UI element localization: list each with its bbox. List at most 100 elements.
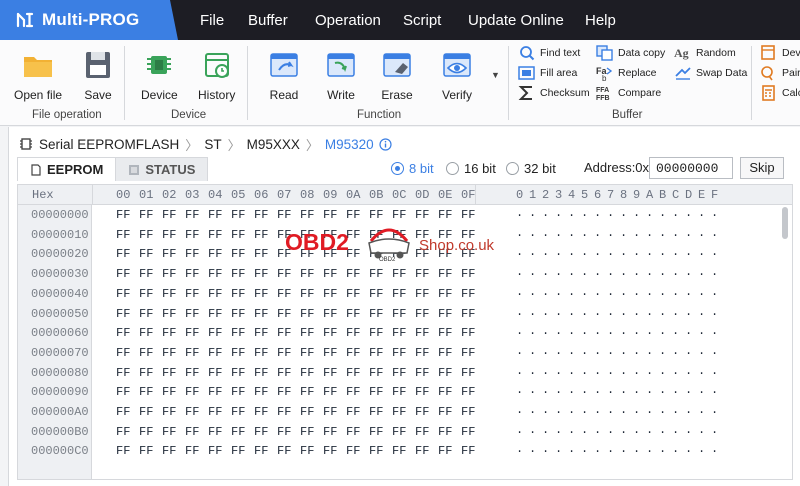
hex-byte-cell[interactable]: FF [277, 444, 291, 458]
hex-byte-cell[interactable]: FF [323, 405, 337, 419]
ascii-cell[interactable]: . [516, 245, 523, 259]
ascii-cell[interactable]: . [594, 285, 601, 299]
ascii-cell[interactable]: . [542, 364, 549, 378]
ascii-cell[interactable]: . [633, 383, 640, 397]
ascii-cell[interactable]: . [711, 245, 718, 259]
hex-byte-cell[interactable]: FF [139, 208, 153, 222]
ascii-cell[interactable]: . [698, 265, 705, 279]
hex-byte-cell[interactable]: FF [461, 267, 475, 281]
ascii-cell[interactable]: . [607, 245, 614, 259]
hex-byte-cell[interactable]: FF [392, 346, 406, 360]
verify-button[interactable]: Verify [441, 50, 473, 102]
ascii-cell[interactable]: . [672, 324, 679, 338]
hex-byte-cell[interactable]: FF [346, 208, 360, 222]
ascii-cell[interactable]: . [594, 383, 601, 397]
ascii-cell[interactable]: . [672, 265, 679, 279]
hex-byte-cell[interactable]: FF [254, 444, 268, 458]
hex-byte-cell[interactable]: FF [277, 208, 291, 222]
ascii-cell[interactable]: . [620, 305, 627, 319]
hex-byte-cell[interactable]: FF [162, 228, 176, 242]
ascii-cell[interactable]: . [555, 206, 562, 220]
hex-byte-cell[interactable]: FF [185, 366, 199, 380]
history-button[interactable]: History [198, 50, 235, 102]
hex-byte-cell[interactable]: FF [231, 385, 245, 399]
ascii-cell[interactable]: . [620, 285, 627, 299]
hex-byte-cell[interactable]: FF [162, 267, 176, 281]
hex-byte-cell[interactable]: FF [208, 287, 222, 301]
hex-byte-cell[interactable]: FF [438, 444, 452, 458]
menu-script[interactable]: Script [403, 0, 441, 40]
hex-byte-cell[interactable]: FF [139, 405, 153, 419]
hex-byte-cell[interactable]: FF [323, 208, 337, 222]
ascii-cell[interactable]: . [568, 364, 575, 378]
ascii-cell[interactable]: . [620, 324, 627, 338]
ascii-cell[interactable]: . [516, 383, 523, 397]
hex-byte-cell[interactable]: FF [438, 287, 452, 301]
address-input[interactable] [649, 157, 733, 179]
ascii-cell[interactable]: . [698, 305, 705, 319]
ascii-cell[interactable]: . [516, 206, 523, 220]
ascii-cell[interactable]: . [581, 423, 588, 437]
ascii-cell[interactable]: . [646, 245, 653, 259]
ascii-cell[interactable]: . [516, 344, 523, 358]
ascii-cell[interactable]: . [620, 403, 627, 417]
calc-button[interactable]: Calc [760, 85, 800, 101]
ascii-cell[interactable]: . [542, 305, 549, 319]
ascii-cell[interactable]: . [646, 344, 653, 358]
ascii-cell[interactable]: . [659, 423, 666, 437]
ascii-cell[interactable]: . [620, 206, 627, 220]
hex-byte-cell[interactable]: FF [277, 425, 291, 439]
hex-byte-cell[interactable]: FF [346, 228, 360, 242]
hex-byte-cell[interactable]: FF [116, 444, 130, 458]
ascii-cell[interactable]: . [633, 206, 640, 220]
hex-byte-cell[interactable]: FF [323, 346, 337, 360]
hex-byte-cell[interactable]: FF [323, 326, 337, 340]
hex-byte-cell[interactable]: FF [369, 247, 383, 261]
ascii-cell[interactable]: . [711, 383, 718, 397]
hex-byte-cell[interactable]: FF [162, 287, 176, 301]
ascii-cell[interactable]: . [529, 245, 536, 259]
hex-byte-cell[interactable]: FF [254, 425, 268, 439]
hex-byte-cell[interactable]: FF [438, 228, 452, 242]
hex-byte-cell[interactable]: FF [162, 385, 176, 399]
hex-byte-cell[interactable]: FF [392, 307, 406, 321]
hex-byte-cell[interactable]: FF [392, 287, 406, 301]
swap-data-button[interactable]: Swap Data [674, 65, 747, 81]
radio-16bit[interactable]: 16 bit [446, 158, 496, 178]
ascii-cell[interactable]: . [581, 305, 588, 319]
function-more-dropdown-icon[interactable]: ▼ [491, 70, 500, 80]
hex-byte-cell[interactable]: FF [185, 405, 199, 419]
hex-byte-cell[interactable]: FF [392, 425, 406, 439]
hex-byte-cell[interactable]: FF [438, 425, 452, 439]
ascii-cell[interactable]: . [698, 206, 705, 220]
ascii-cell[interactable]: . [672, 423, 679, 437]
hex-byte-cell[interactable]: FF [277, 405, 291, 419]
radio-32bit[interactable]: 32 bit [506, 158, 556, 178]
hex-byte-cell[interactable]: FF [208, 444, 222, 458]
hex-byte-cell[interactable]: FF [461, 425, 475, 439]
menu-operation[interactable]: Operation [315, 0, 381, 40]
ascii-cell[interactable]: . [581, 442, 588, 456]
hex-byte-cell[interactable]: FF [139, 444, 153, 458]
hex-byte-cell[interactable]: FF [254, 247, 268, 261]
hex-byte-cell[interactable]: FF [461, 326, 475, 340]
hex-byte-cell[interactable]: FF [208, 208, 222, 222]
ascii-cell[interactable]: . [542, 285, 549, 299]
tab-eeprom[interactable]: EEPROM [17, 157, 117, 181]
ascii-cell[interactable]: . [685, 403, 692, 417]
ascii-cell[interactable]: . [516, 364, 523, 378]
hex-byte-cell[interactable]: FF [461, 307, 475, 321]
hex-byte-cell[interactable]: FF [185, 287, 199, 301]
ascii-cell[interactable]: . [711, 344, 718, 358]
hex-byte-cell[interactable]: FF [461, 208, 475, 222]
ascii-cell[interactable]: . [568, 226, 575, 240]
random-button[interactable]: Ag Random [674, 45, 736, 61]
hex-byte-cell[interactable]: FF [254, 307, 268, 321]
ascii-cell[interactable]: . [529, 344, 536, 358]
ascii-cell[interactable]: . [672, 364, 679, 378]
hex-byte-cell[interactable]: FF [300, 307, 314, 321]
hex-byte-cell[interactable]: FF [392, 228, 406, 242]
ascii-cell[interactable]: . [594, 226, 601, 240]
ascii-cell[interactable]: . [633, 423, 640, 437]
hex-byte-cell[interactable]: FF [185, 247, 199, 261]
